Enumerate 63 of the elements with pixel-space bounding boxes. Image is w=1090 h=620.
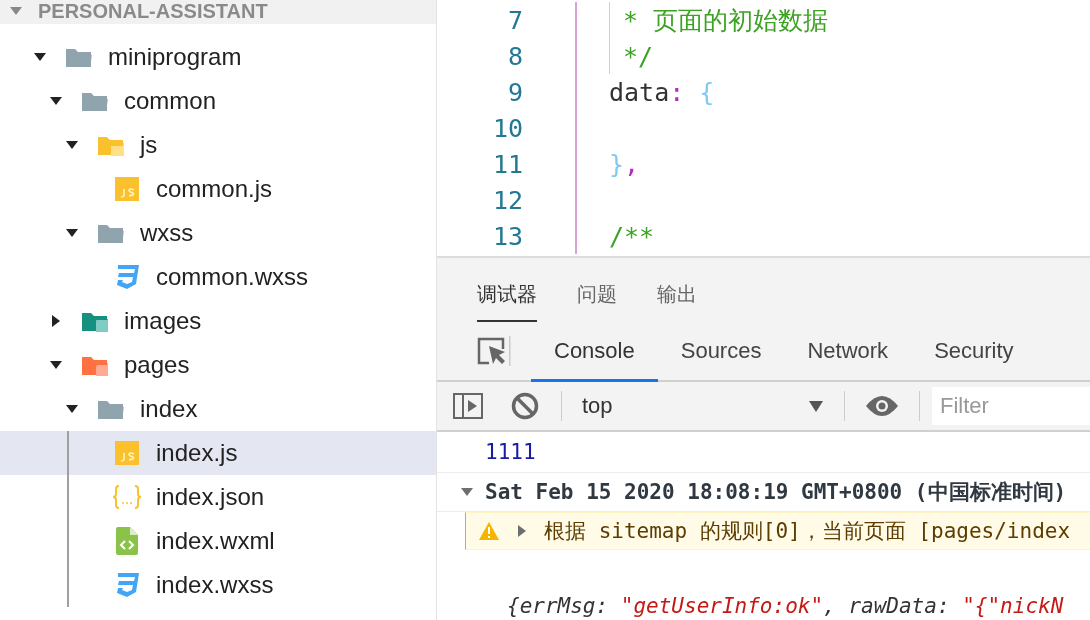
line-number: 9 <box>506 77 523 107</box>
expand-arrow-icon[interactable] <box>64 139 80 151</box>
tree-item[interactable]: common <box>0 79 436 123</box>
tree-item[interactable]: common.wxss <box>0 255 436 299</box>
folder-icon <box>97 398 125 420</box>
code-line: }, <box>609 148 640 181</box>
expand-arrow-icon[interactable] <box>32 51 48 63</box>
warning-text: 根据 sitemap 的规则[0]，当前页面 [pages/index <box>544 518 1071 545</box>
group-title: Sat Feb 15 2020 18:08:19 GMT+0800 (中国标准时间) <box>485 479 1067 506</box>
js-file-icon <box>115 441 139 465</box>
folder-icon <box>81 354 109 376</box>
eye-icon[interactable] <box>865 395 899 417</box>
context-select[interactable]: top <box>562 393 844 419</box>
folder-icon <box>65 46 93 68</box>
tree-item[interactable]: miniprogram <box>0 35 436 79</box>
code-line: */ <box>609 38 654 74</box>
warning-icon <box>478 521 500 541</box>
folder-icon <box>97 134 125 156</box>
object-preview[interactable]: {errMsg: "getUserInfo:ok", rawData: "{"nickN <box>507 594 1064 618</box>
panel-tab[interactable]: 输出 <box>657 281 697 322</box>
filter-field[interactable]: Filter <box>932 387 1090 425</box>
log-message: 1111 <box>485 440 536 464</box>
line-number: 13 <box>491 221 523 251</box>
tree-item[interactable]: index <box>0 387 436 431</box>
tree-item[interactable]: index.wxss <box>0 563 436 607</box>
dropdown-caret-icon <box>808 399 824 413</box>
folder-icon <box>81 90 109 112</box>
clear-icon[interactable] <box>511 392 539 420</box>
tree-item[interactable]: common.js <box>0 167 436 211</box>
devtools-tab[interactable]: Network <box>784 322 912 382</box>
panel-tab[interactable]: 问题 <box>577 281 617 322</box>
css-file-icon <box>114 264 140 290</box>
folder-icon <box>81 310 109 332</box>
tree-item[interactable]: index.json <box>0 475 436 519</box>
expand-arrow-icon[interactable] <box>64 227 80 239</box>
devtools-tab[interactable]: Console <box>531 322 658 382</box>
inspect-icon[interactable] <box>477 336 511 366</box>
devtools-tab[interactable]: Security <box>911 322 1037 382</box>
line-number: 10 <box>491 113 523 143</box>
panel-tab[interactable]: 调试器 <box>477 281 537 322</box>
line-number: 8 <box>506 41 523 71</box>
tree-item[interactable]: wxss <box>0 211 436 255</box>
line-number: 12 <box>491 185 523 215</box>
js-file-icon <box>115 177 139 201</box>
devtools-tab[interactable]: Sources <box>657 322 785 382</box>
tree-item[interactable]: pages <box>0 343 436 387</box>
tree-item[interactable]: index.wxml <box>0 519 436 563</box>
expand-arrow-icon[interactable] <box>48 359 64 371</box>
css-file-icon <box>114 572 140 598</box>
code-line: /** <box>609 220 655 253</box>
code-file-icon <box>116 527 138 555</box>
braces-icon <box>112 484 142 510</box>
code-line: data: { <box>609 76 715 109</box>
code-line: * 页面的初始数据 <box>609 2 829 38</box>
tree-item[interactable]: index.js <box>0 431 436 475</box>
expand-arrow-icon[interactable] <box>64 403 80 415</box>
expand-arrow-icon[interactable] <box>48 95 64 107</box>
line-number: 7 <box>506 5 523 35</box>
tree-item[interactable]: js <box>0 123 436 167</box>
line-number: 11 <box>491 149 523 179</box>
sidebar-toggle-icon[interactable] <box>453 393 483 419</box>
folder-icon <box>97 222 125 244</box>
tree-item[interactable]: images <box>0 299 436 343</box>
